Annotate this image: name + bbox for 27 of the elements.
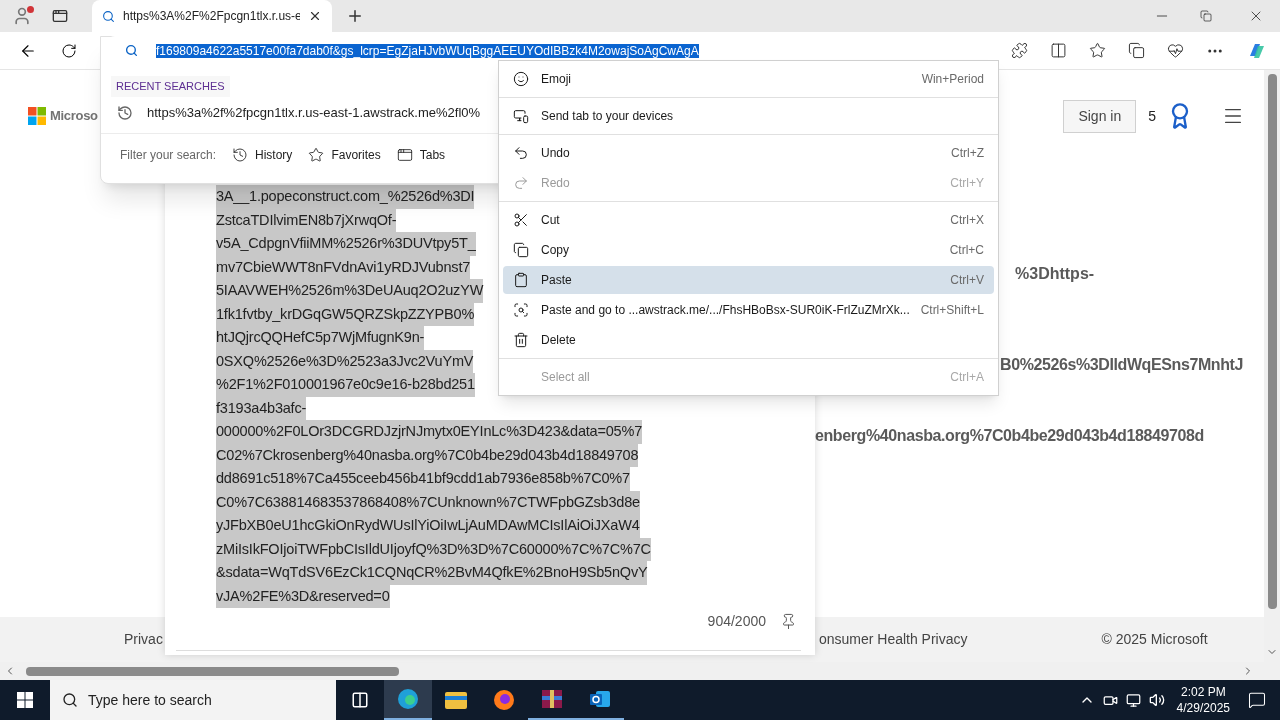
- menu-item-label: Paste and go to ...awstrack.me/.../FhsHBoBsx-SUR0iK-FrlZuZMrXk...: [541, 302, 911, 319]
- shortcut-label: Ctrl+Z: [951, 145, 984, 162]
- shortcut-label: Ctrl+A: [950, 369, 984, 386]
- menu-item-label: Redo: [541, 175, 571, 192]
- shortcut-label: Ctrl+X: [950, 212, 984, 229]
- menu-item-label: Cut: [541, 212, 561, 229]
- page-text: enberg%40nasba.org%7C0b4be29d043b4d18849708d: [815, 427, 1204, 444]
- section-heading: RECENT SEARCHES: [111, 76, 230, 97]
- menu-item-label: Copy: [541, 242, 570, 259]
- menu-item-label: Send tab to your devices: [541, 108, 675, 125]
- menu-item-label: Emoji: [541, 71, 572, 88]
- filter-label: Filter your search:: [120, 146, 217, 164]
- page-text: B0%2526s%3DIldWqESns7MnhtJ: [1000, 356, 1243, 373]
- brand-name: Microso: [50, 107, 98, 126]
- menu-item-label: Paste: [541, 272, 573, 289]
- shortcut-label: Ctrl+C: [949, 242, 984, 259]
- shortcut-label: Win+Period: [921, 71, 984, 88]
- character-count: 904/2000: [707, 612, 766, 631]
- points-count: 5: [1148, 106, 1156, 126]
- shortcut-label: Ctrl+V: [950, 272, 984, 289]
- menu-item-label: Delete: [541, 332, 577, 349]
- menu-item-label: Undo: [541, 145, 571, 162]
- shortcut-label: Ctrl+Y: [950, 175, 984, 192]
- copyright-text: © 2025 Microsoft: [1101, 630, 1208, 649]
- page-text: %3Dhttps-: [1015, 265, 1095, 282]
- shortcut-label: Ctrl+Shift+L: [920, 302, 984, 319]
- menu-item-label: Select all: [541, 369, 591, 386]
